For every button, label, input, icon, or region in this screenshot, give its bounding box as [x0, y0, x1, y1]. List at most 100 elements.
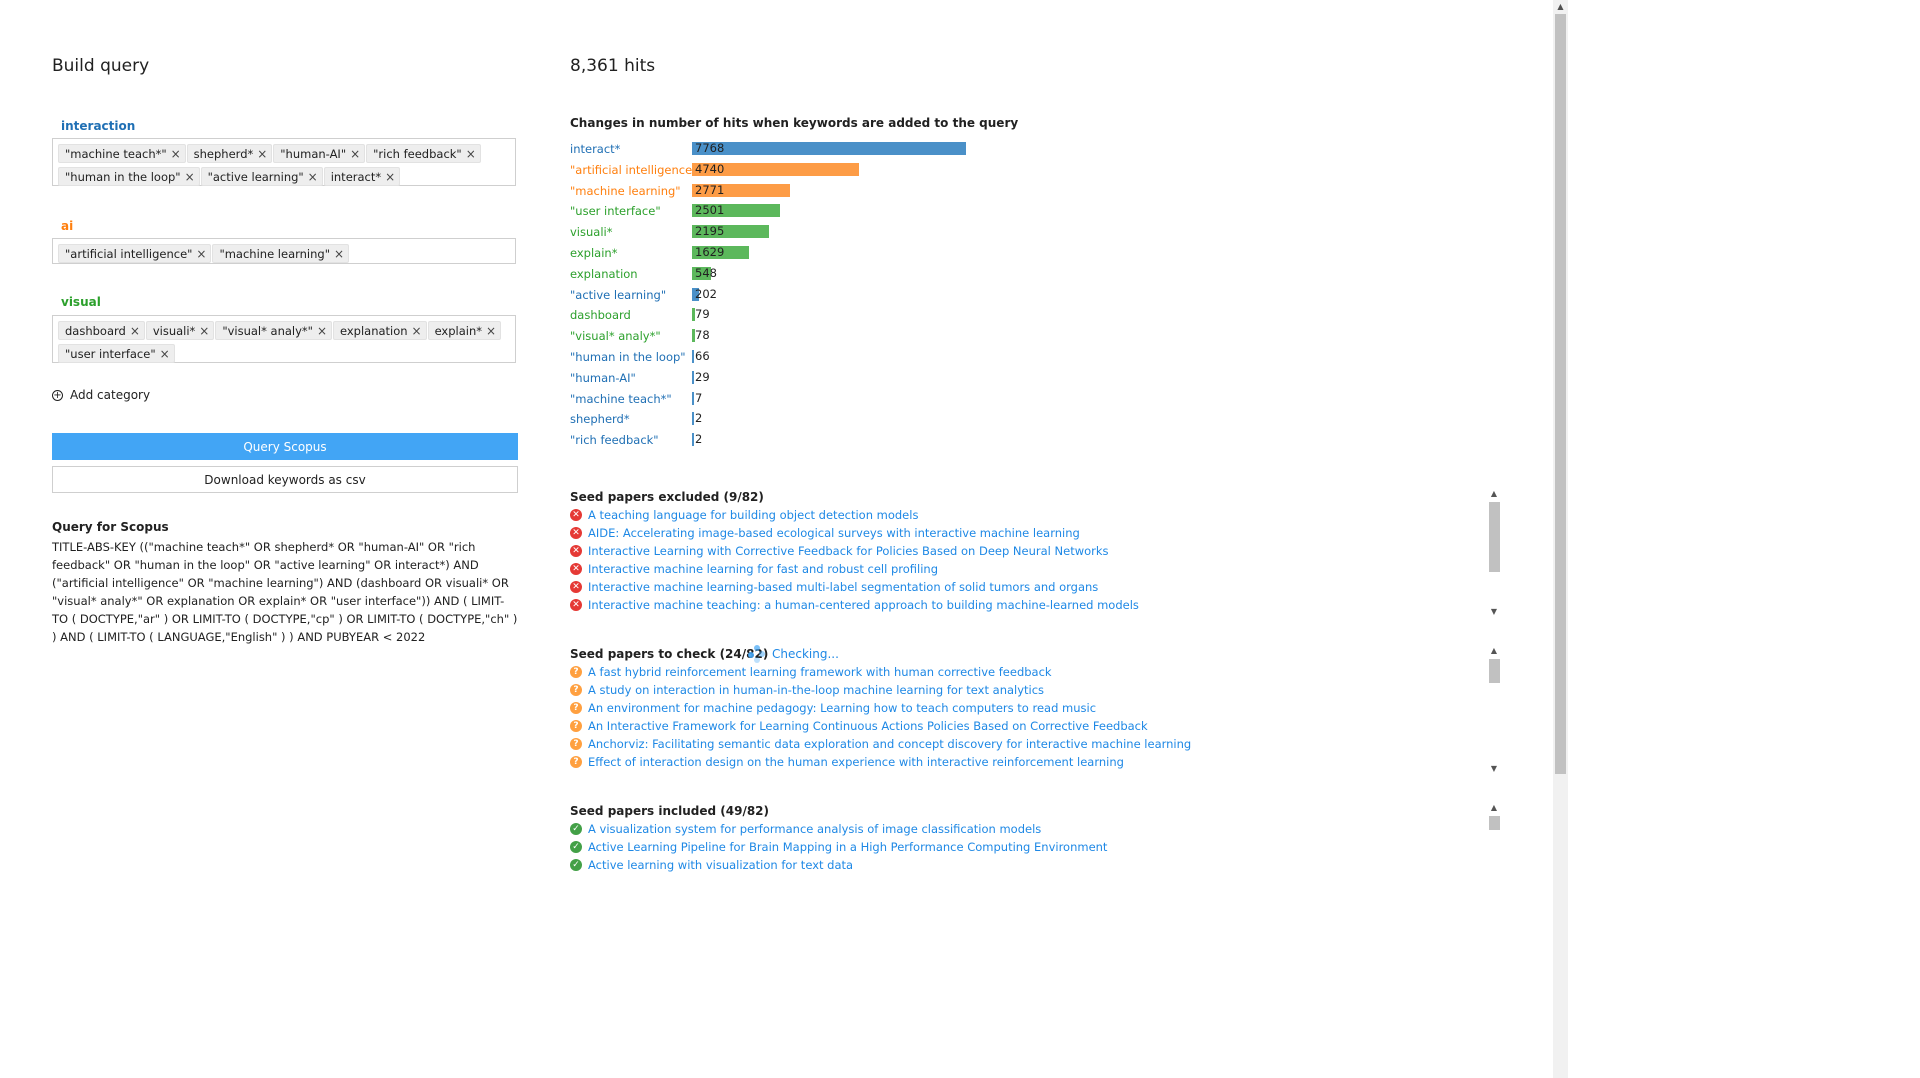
chart-row: explanation 548 — [570, 265, 990, 283]
chart-value-label: 4740 — [695, 161, 725, 176]
chart-bar — [692, 142, 966, 155]
keyword-tag[interactable]: "visual* analy*" × — [215, 321, 332, 340]
chart-category-label: shepherd* — [570, 412, 630, 427]
keyword-tag[interactable]: visuali* × — [145, 321, 215, 340]
chart-value-label: 2771 — [695, 182, 725, 197]
paper-link[interactable]: Interactive machine teaching: a human-ce… — [588, 598, 1139, 612]
chart-row: "machine learning" 2771 — [570, 182, 990, 200]
add-category-button[interactable]: + Add category — [52, 388, 150, 402]
paper-list-item: ? An environment for machine pedagogy: Le… — [570, 699, 1488, 717]
remove-tag-icon[interactable]: × — [181, 170, 199, 184]
keyword-tag-label: dashboard — [65, 323, 126, 338]
scroll-down-icon[interactable]: ▼ — [1488, 763, 1500, 775]
tag-input-visual[interactable]: dashboard × visuali* × "visual* analy*" × expl… — [52, 315, 516, 363]
tag-input-interaction[interactable]: "machine teach*" × shepherd* × "human-AI" × "r… — [52, 138, 516, 186]
paper-list-item: ? An Interactive Framework for Learning C… — [570, 717, 1488, 735]
paper-list-item: ? Effect of interaction design on the hum… — [570, 753, 1488, 771]
paper-link[interactable]: Active Learning Pipeline for Brain Mappi… — [588, 840, 1107, 854]
keyword-tag[interactable]: explain* × — [427, 321, 502, 340]
keyword-tag[interactable]: "machine learning" × — [212, 244, 350, 263]
paper-link[interactable]: A fast hybrid reinforcement learning fra… — [588, 665, 1052, 679]
scrollbar-thumb[interactable] — [1489, 502, 1500, 572]
seed-check-list[interactable]: ? A fast hybrid reinforcement learning fr… — [570, 663, 1488, 775]
paper-list-item: ✕ A teaching language for building object… — [570, 506, 1488, 524]
scroll-up-icon[interactable]: ▲ — [1553, 0, 1568, 14]
chart-row: "user interface" 2501 — [570, 202, 990, 220]
paper-link[interactable]: A teaching language for building object … — [588, 508, 918, 522]
keyword-hits-chart: interact* 7768 "artificial intelligence" 47… — [570, 140, 990, 452]
plus-circle-icon: + — [52, 389, 63, 401]
keyword-tag[interactable]: interact* × — [323, 167, 401, 186]
paper-link[interactable]: Interactive Learning with Corrective Fee… — [588, 544, 1109, 558]
tag-input-ai[interactable]: "artificial intelligence" × "machine learn… — [52, 238, 516, 264]
chart-row: "human in the loop" 66 — [570, 348, 990, 366]
seed-check-scrollbar[interactable]: ▲ ▼ — [1488, 645, 1500, 775]
remove-tag-icon[interactable]: × — [482, 324, 500, 338]
remove-tag-icon[interactable]: × — [156, 347, 174, 361]
check-circle-icon: ✓ — [570, 841, 582, 853]
keyword-tag[interactable]: "artificial intelligence" × — [58, 244, 212, 263]
scroll-up-icon[interactable]: ▲ — [1488, 802, 1500, 814]
keyword-tag[interactable]: "active learning" × — [200, 167, 323, 186]
chart-value-label: 7 — [695, 390, 703, 405]
seed-included-list[interactable]: ✓ A visualization system for performance … — [570, 820, 1488, 878]
seed-included-scrollbar[interactable]: ▲ — [1488, 802, 1500, 878]
paper-link[interactable]: Interactive machine learning for fast an… — [588, 562, 938, 576]
keyword-tag[interactable]: "machine teach*" × — [58, 144, 186, 163]
remove-tag-icon[interactable]: × — [462, 147, 480, 161]
paper-link[interactable]: An environment for machine pedagogy: Lea… — [588, 701, 1096, 715]
keyword-tag[interactable]: shepherd* × — [186, 144, 273, 163]
remove-tag-icon[interactable]: × — [408, 324, 426, 338]
scrollbar-thumb[interactable] — [1489, 659, 1500, 683]
scroll-up-icon[interactable]: ▲ — [1488, 488, 1500, 500]
keyword-tag-label: "artificial intelligence" — [65, 246, 193, 261]
remove-tag-icon[interactable]: × — [195, 324, 213, 338]
paper-link[interactable]: An Interactive Framework for Learning Co… — [588, 719, 1148, 733]
chart-bar — [692, 433, 694, 447]
chart-category-label: visuali* — [570, 225, 613, 240]
page-scrollbar-thumb[interactable] — [1555, 14, 1566, 774]
remove-tag-icon[interactable]: × — [381, 170, 399, 184]
scrollbar-thumb[interactable] — [1489, 816, 1500, 830]
keyword-tag[interactable]: "human-AI" × — [273, 144, 366, 163]
keyword-tag-label: interact* — [330, 169, 382, 184]
keyword-tag[interactable]: "human in the loop" × — [58, 167, 200, 186]
paper-link[interactable]: AIDE: Accelerating image-based ecologica… — [588, 526, 1080, 540]
x-circle-icon: ✕ — [570, 563, 582, 575]
paper-link[interactable]: A visualization system for performance a… — [588, 822, 1041, 836]
scroll-down-icon[interactable]: ▼ — [1488, 606, 1500, 618]
remove-tag-icon[interactable]: × — [330, 247, 348, 261]
remove-tag-icon[interactable]: × — [304, 170, 322, 184]
chart-row: interact* 7768 — [570, 140, 990, 158]
page-scrollbar[interactable]: ▲ — [1553, 0, 1568, 1078]
keyword-tag[interactable]: "rich feedback" × — [366, 144, 481, 163]
paper-link[interactable]: Effect of interaction design on the huma… — [588, 755, 1124, 769]
query-heading: Query for Scopus — [52, 520, 169, 534]
keyword-tag[interactable]: dashboard × — [58, 321, 145, 340]
paper-link[interactable]: Interactive machine learning-based multi… — [588, 580, 1098, 594]
remove-tag-icon[interactable]: × — [313, 324, 331, 338]
paper-link[interactable]: A study on interaction in human-in-the-l… — [588, 683, 1044, 697]
chart-category-label: interact* — [570, 142, 621, 156]
check-circle-icon: ✓ — [570, 859, 582, 871]
remove-tag-icon[interactable]: × — [126, 324, 144, 338]
seed-check-heading-text: Seed papers to check (24/82) — [570, 647, 769, 661]
remove-tag-icon[interactable]: × — [253, 147, 271, 161]
scroll-up-icon[interactable]: ▲ — [1488, 645, 1500, 657]
paper-link[interactable]: Active learning with visualization for t… — [588, 858, 853, 872]
paper-link[interactable]: Anchorviz: Facilitating semantic data ex… — [588, 737, 1191, 751]
chart-category-label: "machine learning" — [570, 183, 681, 198]
seed-excluded-list[interactable]: ✕ A teaching language for building object… — [570, 506, 1488, 618]
chart-row: "artificial intelligence" 4740 — [570, 161, 990, 179]
paper-list-item: ? A study on interaction in human-in-the-… — [570, 681, 1488, 699]
remove-tag-icon[interactable]: × — [346, 147, 364, 161]
download-keywords-button[interactable]: Download keywords as csv — [52, 466, 518, 493]
remove-tag-icon[interactable]: × — [167, 147, 185, 161]
keyword-tag-label: "visual* analy*" — [222, 323, 313, 338]
query-scopus-button[interactable]: Query Scopus — [52, 433, 518, 460]
keyword-tag[interactable]: explanation × — [332, 321, 427, 340]
remove-tag-icon[interactable]: × — [192, 247, 210, 261]
seed-excluded-scrollbar[interactable]: ▲ ▼ — [1488, 488, 1500, 618]
chart-category-label: "machine teach*" — [570, 391, 672, 406]
keyword-tag[interactable]: "user interface" × — [58, 344, 175, 363]
